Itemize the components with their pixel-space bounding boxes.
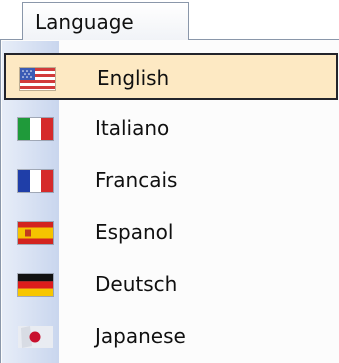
menu-item-francais[interactable]: Francais [4,157,338,204]
spain-flag-icon [18,222,53,244]
language-menu-title[interactable]: Language [22,2,189,40]
menu-item-label: English [97,66,170,90]
menu-item-english[interactable]: English [4,53,338,100]
germany-flag-icon [18,274,53,296]
menu-item-japanese[interactable]: Japanese [4,313,338,360]
japan-flag-icon [18,326,53,348]
menu-item-espanol[interactable]: Espanol [4,209,338,256]
menu-item-label: Italiano [95,116,170,140]
menu-item-label: Espanol [95,220,174,244]
menu-item-italiano[interactable]: Italiano [4,105,338,152]
us-flag-icon [20,68,55,90]
menu-item-label: Francais [95,168,178,192]
menu-item-label: Japanese [95,324,186,348]
france-flag-icon [18,170,53,192]
language-dropdown-menu: English Italiano Francais Espanol Deutsc… [0,39,339,363]
menu-item-deutsch[interactable]: Deutsch [4,261,338,308]
italy-flag-icon [18,118,53,140]
menu-item-label: Deutsch [95,272,178,296]
